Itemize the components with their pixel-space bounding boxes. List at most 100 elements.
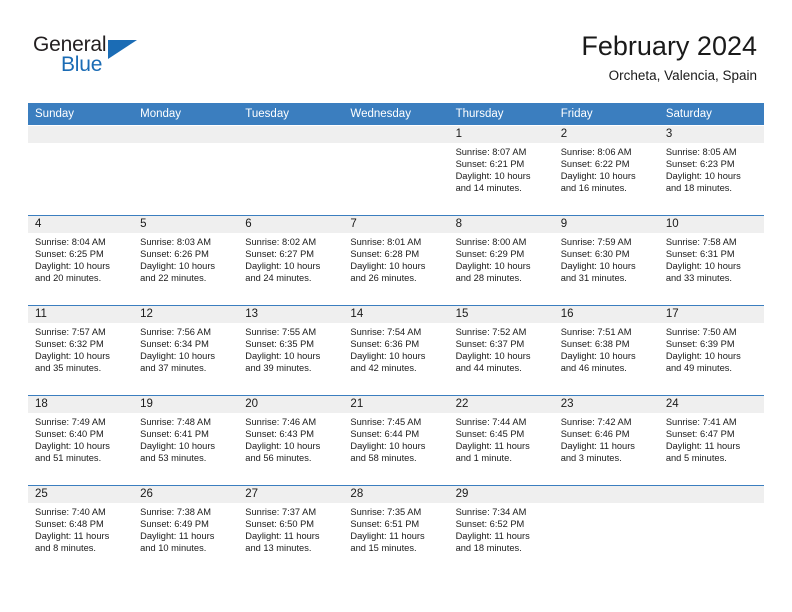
- sunset-text: Sunset: 6:50 PM: [245, 519, 315, 530]
- day-details: Sunrise: 7:59 AM Sunset: 6:30 PM Daylight:…: [554, 233, 659, 284]
- calendar-day-cell[interactable]: 2 Sunrise: 8:06 AM Sunset: 6:22 PM Daylight…: [553, 126, 659, 215]
- daylight-text: Daylight: 10 hours and 42 minutes.: [350, 351, 426, 374]
- weekday-header-saturday: Saturday: [665, 108, 712, 120]
- daylight-text: Daylight: 11 hours and 1 minute.: [455, 441, 530, 464]
- sunrise-text: Sunrise: 8:04 AM: [35, 237, 106, 247]
- daylight-text: Daylight: 11 hours and 5 minutes.: [665, 441, 741, 464]
- day-number: 12: [133, 306, 239, 323]
- calendar-day-cell[interactable]: 9 Sunrise: 7:59 AM Sunset: 6:30 PM Daylight…: [553, 216, 659, 305]
- calendar-day-cell-empty: [658, 486, 764, 575]
- calendar-day-cell[interactable]: 13 Sunrise: 7:55 AM Sunset: 6:35 PM Dayligh…: [238, 306, 344, 395]
- sunrise-text: Sunrise: 7:40 AM: [35, 507, 106, 517]
- calendar-week-row: 18 Sunrise: 7:49 AM Sunset: 6:40 PM Dayligh…: [28, 395, 764, 485]
- day-number: 22: [448, 396, 554, 413]
- day-details: Sunrise: 8:07 AM Sunset: 6:21 PM Daylight:…: [449, 143, 554, 194]
- day-details: Sunrise: 8:06 AM Sunset: 6:22 PM Daylight:…: [554, 143, 659, 194]
- calendar-day-cell-empty: [133, 126, 239, 215]
- sunrise-text: Sunrise: 7:45 AM: [350, 417, 422, 427]
- calendar-day-cell[interactable]: 3 Sunrise: 8:05 AM Sunset: 6:23 PM Daylight…: [658, 126, 764, 215]
- calendar-day-cell[interactable]: 7 Sunrise: 8:01 AM Sunset: 6:28 PM Daylight…: [343, 216, 449, 305]
- weekday-header-row: Sunday Monday Tuesday Wednesday Thursday Frid…: [28, 103, 764, 125]
- calendar-day-cell[interactable]: 27 Sunrise: 7:37 AM Sunset: 6:50 PM Dayligh…: [238, 486, 344, 575]
- sunrise-text: Sunrise: 7:51 AM: [560, 327, 632, 337]
- day-details: Sunrise: 7:40 AM Sunset: 6:48 PM Daylight:…: [28, 503, 133, 554]
- sunrise-text: Sunrise: 8:01 AM: [350, 237, 422, 247]
- sunrise-text: Sunrise: 8:03 AM: [140, 237, 211, 247]
- day-number: 27: [238, 486, 344, 503]
- daylight-text: Daylight: 10 hours and 35 minutes.: [35, 351, 110, 374]
- sunrise-text: Sunrise: 7:48 AM: [140, 417, 211, 427]
- day-details: [659, 503, 764, 506]
- day-number: 1: [448, 126, 554, 143]
- calendar-day-cell[interactable]: 8 Sunrise: 8:00 AM Sunset: 6:29 PM Daylight…: [448, 216, 554, 305]
- calendar-day-cell[interactable]: 19 Sunrise: 7:48 AM Sunset: 6:41 PM Dayligh…: [133, 396, 239, 485]
- calendar-day-cell[interactable]: 28 Sunrise: 7:35 AM Sunset: 6:51 PM Dayligh…: [343, 486, 449, 575]
- calendar-day-cell[interactable]: 26 Sunrise: 7:38 AM Sunset: 6:49 PM Dayligh…: [133, 486, 239, 575]
- calendar-day-cell[interactable]: 14 Sunrise: 7:54 AM Sunset: 6:36 PM Dayligh…: [343, 306, 449, 395]
- title-block: February 2024 Orcheta, Valencia, Spain: [581, 30, 757, 84]
- day-details: Sunrise: 8:01 AM Sunset: 6:28 PM Daylight:…: [343, 233, 448, 284]
- day-details: Sunrise: 7:57 AM Sunset: 6:32 PM Daylight:…: [28, 323, 133, 374]
- calendar-day-cell[interactable]: 11 Sunrise: 7:57 AM Sunset: 6:32 PM Dayligh…: [28, 306, 134, 395]
- sunset-text: Sunset: 6:39 PM: [665, 339, 735, 350]
- calendar-day-cell[interactable]: 10 Sunrise: 7:58 AM Sunset: 6:31 PM Dayligh…: [658, 216, 764, 305]
- daylight-text: Daylight: 10 hours and 24 minutes.: [245, 261, 321, 284]
- calendar-day-cell[interactable]: 15 Sunrise: 7:52 AM Sunset: 6:37 PM Dayligh…: [448, 306, 554, 395]
- day-number: [553, 486, 659, 503]
- day-details: Sunrise: 7:42 AM Sunset: 6:46 PM Daylight:…: [554, 413, 659, 464]
- daylight-text: Daylight: 11 hours and 10 minutes.: [140, 531, 215, 554]
- day-number: 7: [343, 216, 449, 233]
- sunset-text: Sunset: 6:46 PM: [560, 429, 630, 440]
- day-details: [28, 143, 133, 146]
- day-details: Sunrise: 7:52 AM Sunset: 6:37 PM Daylight:…: [449, 323, 554, 374]
- sunset-text: Sunset: 6:34 PM: [140, 339, 209, 350]
- calendar-day-cell[interactable]: 23 Sunrise: 7:42 AM Sunset: 6:46 PM Dayligh…: [553, 396, 659, 485]
- calendar-day-cell[interactable]: 1 Sunrise: 8:07 AM Sunset: 6:21 PM Daylight…: [448, 126, 554, 215]
- sunrise-text: Sunrise: 7:41 AM: [665, 417, 737, 427]
- day-number: 4: [28, 216, 134, 233]
- calendar-day-cell[interactable]: 18 Sunrise: 7:49 AM Sunset: 6:40 PM Dayligh…: [28, 396, 134, 485]
- calendar-day-cell[interactable]: 16 Sunrise: 7:51 AM Sunset: 6:38 PM Dayligh…: [553, 306, 659, 395]
- day-number: 3: [658, 126, 764, 143]
- calendar-day-cell[interactable]: 24 Sunrise: 7:41 AM Sunset: 6:47 PM Dayligh…: [658, 396, 764, 485]
- calendar-day-cell[interactable]: 5 Sunrise: 8:03 AM Sunset: 6:26 PM Daylight…: [133, 216, 239, 305]
- logo-text-blue: Blue: [61, 53, 103, 76]
- day-number: [658, 486, 764, 503]
- day-details: Sunrise: 8:00 AM Sunset: 6:29 PM Daylight:…: [449, 233, 554, 284]
- logo-triangle-icon: [108, 40, 137, 59]
- daylight-text: Daylight: 10 hours and 58 minutes.: [350, 441, 426, 464]
- calendar-day-cell-empty: [553, 486, 659, 575]
- daylight-text: Daylight: 10 hours and 33 minutes.: [665, 261, 741, 284]
- day-number: 2: [553, 126, 659, 143]
- day-details: Sunrise: 7:50 AM Sunset: 6:39 PM Daylight:…: [659, 323, 764, 374]
- sunrise-text: Sunrise: 7:54 AM: [350, 327, 422, 337]
- calendar-day-cell[interactable]: 25 Sunrise: 7:40 AM Sunset: 6:48 PM Dayligh…: [28, 486, 134, 575]
- day-number: 6: [238, 216, 344, 233]
- calendar-day-cell[interactable]: 12 Sunrise: 7:56 AM Sunset: 6:34 PM Dayligh…: [133, 306, 239, 395]
- sunset-text: Sunset: 6:44 PM: [350, 429, 420, 440]
- sunrise-text: Sunrise: 7:44 AM: [455, 417, 527, 427]
- sunset-text: Sunset: 6:51 PM: [350, 519, 420, 530]
- calendar-day-cell[interactable]: 6 Sunrise: 8:02 AM Sunset: 6:27 PM Daylight…: [238, 216, 344, 305]
- daylight-text: Daylight: 11 hours and 15 minutes.: [350, 531, 425, 554]
- sunset-text: Sunset: 6:29 PM: [455, 249, 525, 260]
- sunrise-text: Sunrise: 7:58 AM: [665, 237, 737, 247]
- calendar-day-cell[interactable]: 29 Sunrise: 7:34 AM Sunset: 6:52 PM Dayligh…: [448, 486, 554, 575]
- page-header: General Blue February 2024 Orcheta, Vale…: [0, 0, 792, 103]
- sunrise-text: Sunrise: 7:42 AM: [560, 417, 632, 427]
- day-number: 9: [553, 216, 659, 233]
- calendar-day-cell[interactable]: 4 Sunrise: 8:04 AM Sunset: 6:25 PM Daylight…: [28, 216, 134, 305]
- sunset-text: Sunset: 6:41 PM: [140, 429, 209, 440]
- sunrise-text: Sunrise: 8:00 AM: [455, 237, 527, 247]
- sunset-text: Sunset: 6:45 PM: [455, 429, 525, 440]
- daylight-text: Daylight: 10 hours and 44 minutes.: [455, 351, 531, 374]
- calendar-day-cell[interactable]: 17 Sunrise: 7:50 AM Sunset: 6:39 PM Dayligh…: [658, 306, 764, 395]
- calendar-page: General Blue February 2024 Orcheta, Vale…: [0, 0, 792, 612]
- day-details: Sunrise: 7:37 AM Sunset: 6:50 PM Daylight:…: [238, 503, 343, 554]
- calendar-day-cell[interactable]: 22 Sunrise: 7:44 AM Sunset: 6:45 PM Dayligh…: [448, 396, 554, 485]
- calendar-day-cell[interactable]: 21 Sunrise: 7:45 AM Sunset: 6:44 PM Dayligh…: [343, 396, 449, 485]
- calendar-day-cell[interactable]: 20 Sunrise: 7:46 AM Sunset: 6:43 PM Dayligh…: [238, 396, 344, 485]
- daylight-text: Daylight: 10 hours and 28 minutes.: [455, 261, 531, 284]
- sunrise-text: Sunrise: 7:34 AM: [455, 507, 527, 517]
- day-number: 25: [28, 486, 134, 503]
